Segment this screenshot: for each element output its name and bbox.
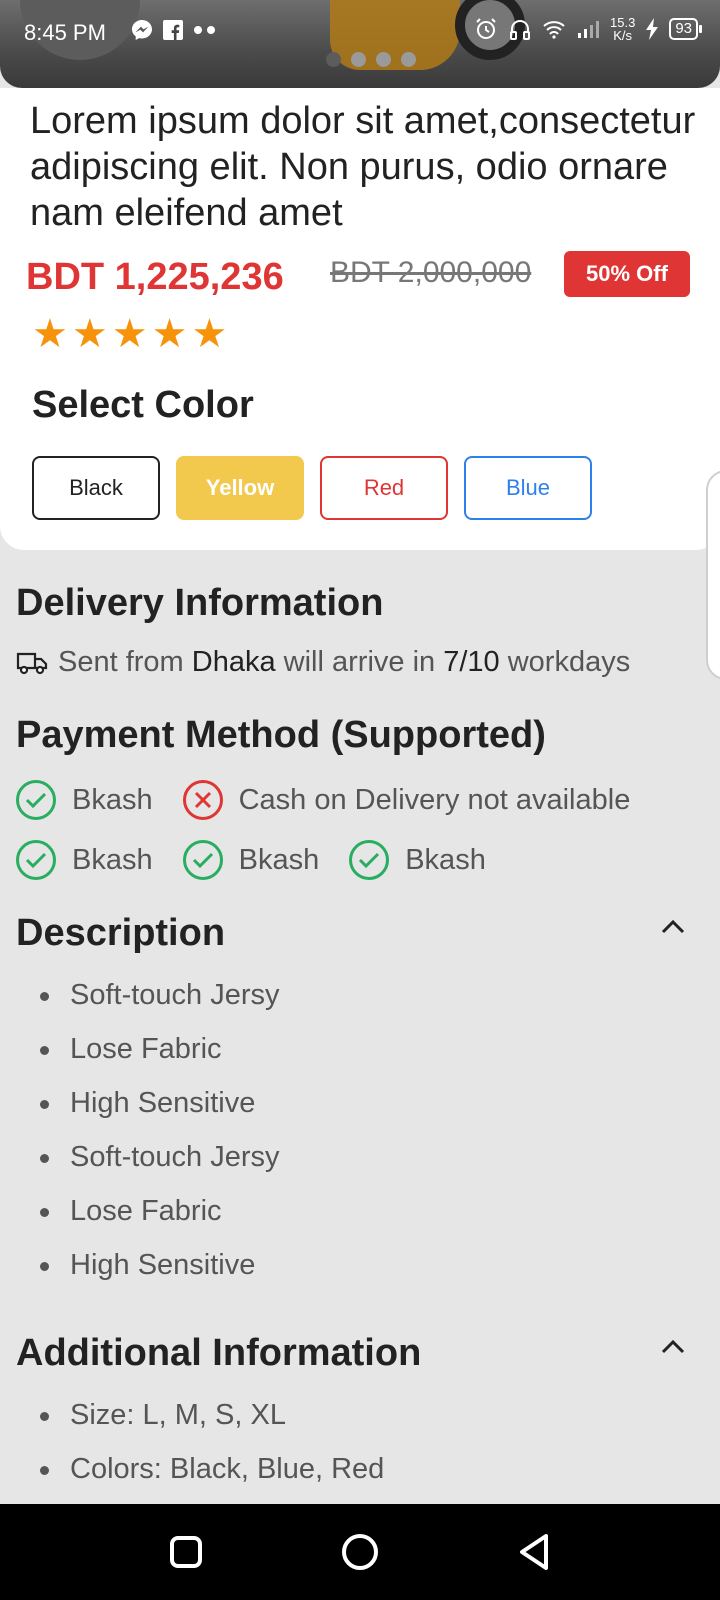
payment-method: Cash on Delivery not available	[182, 780, 631, 820]
alarm-icon	[476, 18, 496, 39]
facebook-icon	[163, 20, 183, 40]
chevron-up-icon[interactable]	[660, 914, 686, 940]
payment-heading: Payment Method (Supported)	[16, 714, 546, 756]
check-circle-icon	[16, 780, 56, 820]
list-item: Soft-touch Jersy	[40, 1130, 280, 1184]
star-icon: ★	[191, 312, 228, 356]
color-option-red[interactable]: Red	[320, 456, 448, 520]
delivery-suffix: workdays	[507, 646, 631, 678]
headphones-icon	[510, 20, 530, 40]
payment-method-label: Bkash	[405, 843, 486, 876]
payment-method: Bkash	[16, 780, 153, 820]
delivery-days: 7/10	[443, 646, 500, 678]
payment-row: Bkash Bkash Bkash	[16, 840, 516, 880]
truck-icon	[16, 652, 48, 674]
messenger-icon	[132, 20, 152, 40]
additional-info-heading: Additional Information	[16, 1332, 422, 1374]
delivery-middle: will arrive in	[283, 646, 436, 678]
discount-badge: 50% Off	[564, 251, 690, 297]
battery-indicator: 93	[669, 18, 702, 40]
list-item: Colors: Black, Blue, Red	[40, 1442, 384, 1496]
home-button[interactable]	[340, 1532, 380, 1572]
network-speed-unit: K/s	[613, 28, 633, 43]
list-item: Soft-touch Jersy	[40, 968, 280, 1022]
payment-method-label: Bkash	[238, 843, 320, 876]
star-icon: ★	[32, 312, 68, 356]
product-price: BDT 1,225,236	[26, 256, 284, 298]
check-circle-icon	[182, 840, 223, 880]
description-heading: Description	[16, 912, 226, 954]
back-button[interactable]	[514, 1532, 554, 1572]
star-icon: ★	[71, 312, 108, 356]
delivery-prefix: Sent from	[58, 646, 184, 678]
product-card: Lorem ipsum dolor sit amet,consectetur a…	[0, 88, 720, 550]
description-list: Soft-touch Jersy Lose Fabric High Sensit…	[40, 968, 280, 1292]
delivery-info: Sent from Dhaka will arrive in 7/10 work…	[16, 646, 630, 679]
list-item: Lose Fabric	[40, 1184, 280, 1238]
network-speed: 15.3 K/s	[610, 16, 635, 42]
charging-icon	[646, 18, 659, 40]
product-old-price: BDT 2,000,000	[330, 256, 532, 289]
list-item: High Sensitive	[40, 1238, 280, 1292]
list-item: Lose Fabric	[40, 1022, 280, 1076]
select-color-label: Select Color	[32, 384, 254, 426]
rating-stars: ★ ★ ★ ★ ★	[32, 314, 227, 354]
star-icon: ★	[151, 312, 188, 356]
check-circle-icon	[16, 840, 56, 880]
chevron-up-icon[interactable]	[660, 1334, 686, 1360]
wifi-icon	[543, 21, 565, 39]
star-icon: ★	[111, 312, 148, 356]
payment-method: Bkash	[349, 840, 486, 880]
delivery-city: Dhaka	[191, 646, 276, 678]
x-circle-icon	[182, 780, 223, 820]
product-title: Lorem ipsum dolor sit amet,consectetur a…	[30, 100, 696, 234]
list-item: High Sensitive	[40, 1076, 280, 1130]
recents-button[interactable]	[166, 1532, 206, 1572]
color-option-blue[interactable]: Blue	[464, 456, 592, 520]
payment-method: Bkash	[182, 840, 320, 880]
payment-method-label: Bkash	[72, 843, 153, 876]
side-drawer-handle[interactable]	[706, 470, 720, 680]
color-options: Black Yellow Red Blue	[32, 456, 592, 520]
more-notifications-icon	[194, 26, 215, 34]
status-bar: 8:45 PM 15.3 K/s 93	[0, 0, 720, 64]
check-circle-icon	[349, 840, 390, 880]
color-option-black[interactable]: Black	[32, 456, 160, 520]
delivery-text: Sent from Dhaka will arrive in 7/10 work…	[58, 646, 630, 679]
list-item: Size: L, M, S, XL	[40, 1388, 384, 1442]
payment-method-label: Bkash	[72, 783, 153, 816]
delivery-heading: Delivery Information	[16, 582, 384, 624]
payment-method: Bkash	[16, 840, 153, 880]
payment-row: Bkash Cash on Delivery not available	[16, 780, 660, 820]
payment-method-label: Cash on Delivery not available	[238, 783, 631, 816]
status-time: 8:45 PM	[24, 20, 106, 45]
additional-info-list: Size: L, M, S, XL Colors: Black, Blue, R…	[40, 1388, 384, 1496]
system-nav-bar	[0, 1504, 720, 1600]
color-option-yellow[interactable]: Yellow	[176, 456, 304, 520]
signal-icon	[578, 21, 599, 38]
